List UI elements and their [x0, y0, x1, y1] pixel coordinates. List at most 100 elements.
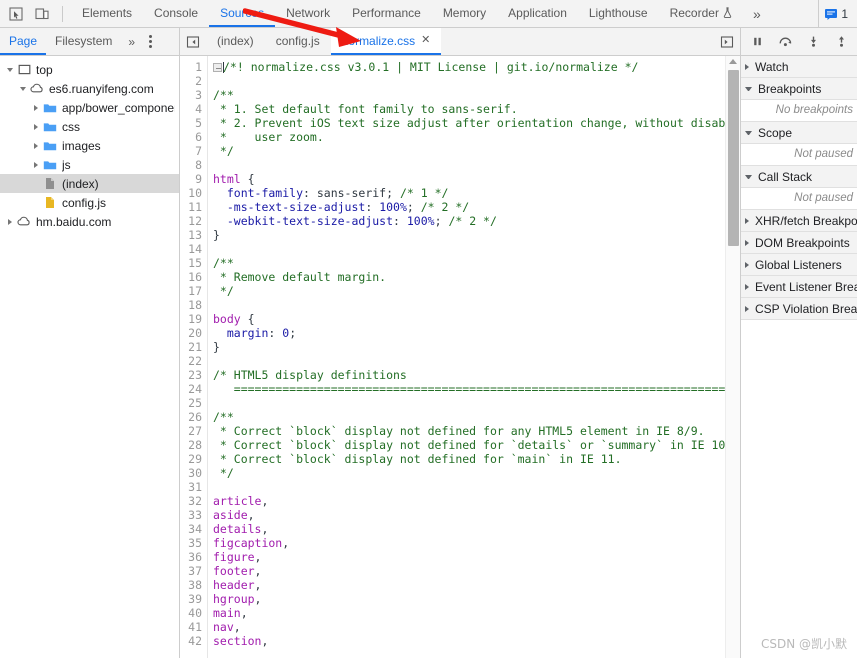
code-line[interactable]: */	[213, 144, 725, 158]
navigator-tabs-overflow-button[interactable]: »	[121, 28, 142, 55]
code-line[interactable]: * Correct `block` display not defined fo…	[213, 438, 725, 452]
code-line[interactable]: /*! normalize.css v3.0.1 | MIT License |…	[213, 60, 725, 74]
code-fold-widget[interactable]	[213, 63, 222, 72]
tree-item-css[interactable]: css	[0, 117, 179, 136]
code-line[interactable]: body {	[213, 312, 725, 326]
navigator-tab-filesystem[interactable]: Filesystem	[46, 28, 121, 55]
code-line[interactable]: /**	[213, 256, 725, 270]
sidebar-section-scope[interactable]: Scope	[741, 122, 857, 144]
tree-item-hm-baidu[interactable]: hm.baidu.com	[0, 212, 179, 231]
code-line[interactable]: -ms-text-size-adjust: 100%; /* 2 */	[213, 200, 725, 214]
twisty-closed-icon[interactable]	[4, 218, 16, 225]
code-line[interactable]: figure,	[213, 550, 725, 564]
sidebar-section-dom-breakpoints[interactable]: DOM Breakpoints	[741, 232, 857, 254]
code-line[interactable]: section,	[213, 634, 725, 648]
tree-item-images[interactable]: images	[0, 136, 179, 155]
tab-application[interactable]: Application	[497, 0, 578, 27]
close-icon[interactable]: ✕	[421, 35, 430, 46]
tab-performance[interactable]: Performance	[341, 0, 432, 27]
code-line[interactable]: * 2. Prevent iOS text size adjust after …	[213, 116, 725, 130]
editor-tab-normalizecss[interactable]: normalize.css ✕	[330, 28, 442, 55]
twisty-closed-icon[interactable]	[30, 104, 42, 111]
code-line[interactable]: article,	[213, 494, 725, 508]
step-out-button[interactable]	[832, 33, 850, 51]
code-line[interactable]: * user zoom.	[213, 130, 725, 144]
issues-counter-button[interactable]: 1	[819, 5, 853, 23]
tab-sources[interactable]: Sources	[209, 0, 276, 27]
more-tabs-button[interactable]	[714, 28, 740, 55]
code-line[interactable]: margin: 0;	[213, 326, 725, 340]
code-line[interactable]: * Remove default margin.	[213, 270, 725, 284]
editor-tab-configjs[interactable]: config.js	[265, 28, 331, 55]
code-editor[interactable]: 1 2 3 4 5 6 7 8 9 10 11 12 13 14 15 16 17 18 19 20 21 22 23 24 2…	[180, 56, 740, 658]
code-line[interactable]: /**	[213, 88, 725, 102]
code-line[interactable]: header,	[213, 578, 725, 592]
code-line[interactable]	[213, 298, 725, 312]
code-line[interactable]: html {	[213, 172, 725, 186]
code-line[interactable]	[213, 354, 725, 368]
step-into-button[interactable]	[804, 33, 822, 51]
code-line[interactable]: /**	[213, 410, 725, 424]
code-line[interactable]	[213, 242, 725, 256]
navigator-more-options-button[interactable]	[142, 28, 159, 55]
code-line[interactable]: * 1. Set default font family to sans-ser…	[213, 102, 725, 116]
code-line[interactable]: */	[213, 284, 725, 298]
code-line[interactable]	[213, 74, 725, 88]
code-line[interactable]: footer,	[213, 564, 725, 578]
tab-memory[interactable]: Memory	[432, 0, 497, 27]
code-line[interactable]: hgroup,	[213, 592, 725, 606]
source-code-content[interactable]: /*! normalize.css v3.0.1 | MIT License |…	[208, 56, 725, 658]
code-line[interactable]: figcaption,	[213, 536, 725, 550]
code-line[interactable]: ========================================…	[213, 382, 725, 396]
tree-item-configjs[interactable]: config.js	[0, 193, 179, 212]
code-line[interactable]: nav,	[213, 620, 725, 634]
editor-vertical-scrollbar[interactable]	[725, 56, 740, 658]
sidebar-section-csp-violation-breakpoints[interactable]: CSP Violation Breakpoints	[741, 298, 857, 320]
sidebar-section-xhr-fetch-breakpoints[interactable]: XHR/fetch Breakpoints	[741, 210, 857, 232]
code-line[interactable]: font-family: sans-serif; /* 1 */	[213, 186, 725, 200]
tab-network[interactable]: Network	[275, 0, 341, 27]
editor-tab-index[interactable]: (index)	[206, 28, 265, 55]
twisty-open-icon[interactable]	[17, 86, 29, 91]
main-tabs-overflow-button[interactable]: »	[743, 0, 771, 27]
device-toolbar-icon[interactable]	[32, 4, 52, 24]
code-line[interactable]: /* HTML5 display definitions	[213, 368, 725, 382]
sidebar-section-global-listeners[interactable]: Global Listeners	[741, 254, 857, 276]
scrollbar-thumb[interactable]	[728, 70, 739, 246]
pause-script-button[interactable]	[748, 33, 766, 51]
code-line[interactable]: details,	[213, 522, 725, 536]
navigator-tab-page[interactable]: Page	[0, 28, 47, 55]
code-line[interactable]: * Correct `block` display not defined fo…	[213, 424, 725, 438]
twisty-open-icon[interactable]	[4, 67, 16, 72]
scroll-up-arrow-icon[interactable]	[729, 59, 737, 64]
sidebar-section-call-stack[interactable]: Call Stack	[741, 166, 857, 188]
step-over-button[interactable]	[776, 33, 794, 51]
code-line[interactable]: -webkit-text-size-adjust: 100%; /* 2 */	[213, 214, 725, 228]
twisty-closed-icon[interactable]	[30, 142, 42, 149]
twisty-closed-icon[interactable]	[30, 161, 42, 168]
code-line[interactable]	[213, 396, 725, 410]
code-line[interactable]	[213, 158, 725, 172]
tab-recorder[interactable]: Recorder	[659, 0, 743, 27]
tab-console[interactable]: Console	[143, 0, 209, 27]
inspect-element-icon[interactable]	[6, 4, 26, 24]
tab-lighthouse[interactable]: Lighthouse	[578, 0, 659, 27]
code-line[interactable]: }	[213, 340, 725, 354]
code-line[interactable]: }	[213, 228, 725, 242]
tree-item-index[interactable]: (index)	[0, 174, 179, 193]
toggle-navigator-button[interactable]	[180, 28, 206, 55]
code-line[interactable]	[213, 480, 725, 494]
tree-item-es6-ruanyifeng[interactable]: es6.ruanyifeng.com	[0, 79, 179, 98]
code-line[interactable]: main,	[213, 606, 725, 620]
tree-item-js[interactable]: js	[0, 155, 179, 174]
sidebar-section-event-listener-breakpoints[interactable]: Event Listener Breakpoints	[741, 276, 857, 298]
sidebar-section-watch[interactable]: Watch	[741, 56, 857, 78]
code-line[interactable]: aside,	[213, 508, 725, 522]
code-line[interactable]: */	[213, 466, 725, 480]
sidebar-section-breakpoints[interactable]: Breakpoints	[741, 78, 857, 100]
twisty-closed-icon[interactable]	[30, 123, 42, 130]
tree-item-top[interactable]: top	[0, 60, 179, 79]
tree-item-app-bower-components[interactable]: app/bower_components	[0, 98, 179, 117]
code-line[interactable]: * Correct `block` display not defined fo…	[213, 452, 725, 466]
tab-elements[interactable]: Elements	[71, 0, 143, 27]
